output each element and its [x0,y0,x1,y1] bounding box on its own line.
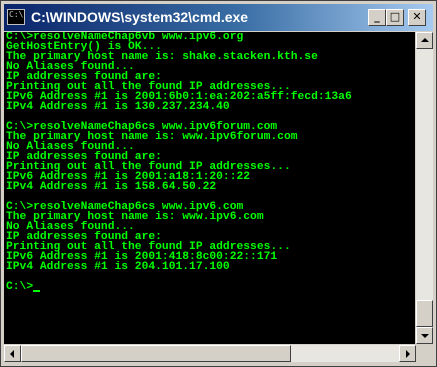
vertical-scroll-thumb[interactable] [416,300,433,327]
maximize-button[interactable]: □ [386,9,404,26]
text-cursor [33,290,41,292]
cmd-window: C:\ C:\WINDOWS\system32\cmd.exe _ □ ✕ C:… [0,0,437,367]
horizontal-scrollbar[interactable] [4,345,416,362]
scroll-down-button[interactable] [416,327,433,344]
console-line: IPv4 Address #1 is 204.101.17.100 [6,261,230,273]
close-button[interactable]: ✕ [408,9,426,26]
vertical-scrollbar[interactable] [416,32,433,344]
window-title: C:\WINDOWS\system32\cmd.exe [31,9,249,25]
arrow-down-icon [421,334,429,338]
resize-grip[interactable] [416,345,433,362]
arrow-up-icon [421,38,429,42]
console-line: IPv4 Address #1 is 130.237.234.40 [6,101,230,113]
scroll-up-button[interactable] [416,32,433,49]
console-line: C:\> [6,281,352,293]
arrow-left-icon [10,350,14,358]
horizontal-scroll-thumb[interactable] [21,345,291,362]
console-output[interactable]: C:\>resolveNameChap6vb www.ipv6.org GetHo… [4,32,415,344]
cmd-icon[interactable]: C:\ [7,9,25,25]
console-line: IPv4 Address #1 is 158.64.50.22 [6,181,217,193]
arrow-right-icon [406,350,410,358]
scroll-right-button[interactable] [399,345,416,362]
cmd-icon-glyph: C:\ [9,10,24,19]
title-bar[interactable]: C:\ C:\WINDOWS\system32\cmd.exe _ □ ✕ [4,4,433,31]
console-lines: C:\>resolveNameChap6vb www.ipv6.org GetHo… [6,32,352,293]
scroll-left-button[interactable] [4,345,21,362]
minimize-button[interactable]: _ [368,9,386,26]
